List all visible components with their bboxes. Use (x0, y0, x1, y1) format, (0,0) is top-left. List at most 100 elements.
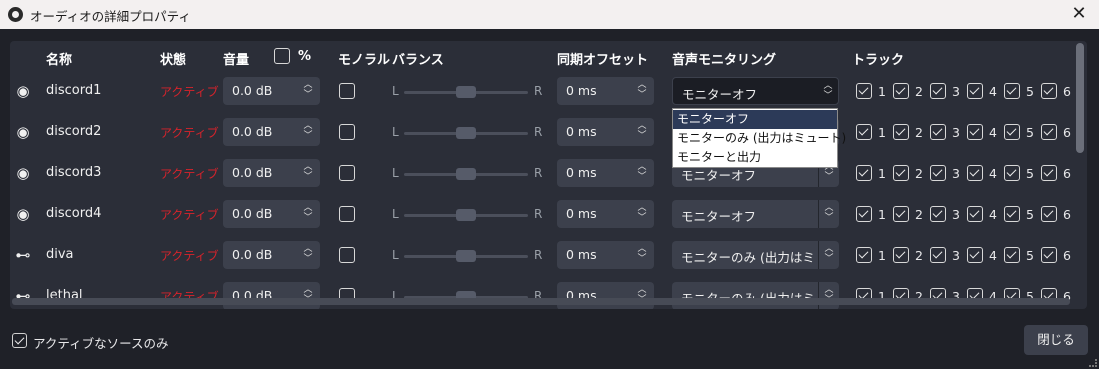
sync-offset-spinbox[interactable]: 0 ms ︿﹀ (557, 241, 654, 269)
globe-icon: ◉ (16, 205, 30, 223)
volume-value: 0.0 dB (232, 206, 273, 221)
checkmark-icon[interactable] (1004, 124, 1020, 140)
title-bar: オーディオの詳細プロパティ ✕ (0, 0, 1099, 29)
mono-checkbox[interactable] (339, 247, 355, 263)
dropdown-option[interactable]: モニターのみ (出力はミュート) (673, 129, 846, 148)
spin-arrows-icon[interactable]: ︿﹀ (636, 80, 648, 102)
checkmark-icon[interactable] (1004, 83, 1020, 99)
volume-spinbox[interactable]: 0.0 dB ︿﹀ (223, 118, 320, 146)
mono-checkbox[interactable] (339, 124, 355, 140)
sync-offset-spinbox[interactable]: 0 ms ︿﹀ (557, 77, 654, 105)
globe-icon: ◉ (16, 164, 30, 182)
checkmark-icon[interactable] (893, 206, 909, 222)
checkmark-icon[interactable] (856, 247, 872, 263)
checkmark-icon[interactable] (1004, 206, 1020, 222)
chevron-updown-icon[interactable]: ︿﹀ (822, 81, 834, 101)
checkmark-icon[interactable] (856, 124, 872, 140)
checkmark-icon[interactable] (856, 83, 872, 99)
checkmark-icon[interactable] (967, 83, 983, 99)
source-name: discord4 (46, 206, 102, 221)
globe-icon: ◉ (16, 82, 30, 100)
checkmark-icon[interactable] (967, 206, 983, 222)
checkmark-icon[interactable] (930, 83, 946, 99)
track-number: 4 (989, 84, 997, 99)
track-number: 3 (952, 166, 960, 181)
checkmark-icon[interactable] (1041, 206, 1057, 222)
balance-slider-handle[interactable] (456, 127, 476, 139)
checkmark-icon[interactable] (893, 124, 909, 140)
spin-arrows-icon[interactable]: ︿﹀ (636, 162, 648, 184)
dropdown-option[interactable]: モニターオフ (673, 110, 837, 129)
mono-checkbox[interactable] (339, 165, 355, 181)
window-title: オーディオの詳細プロパティ (30, 9, 191, 24)
table-row: ◉ discord2 アクティブ 0.0 dB ︿﹀ L R 0 ms ︿﹀ モニターオフ ︿﹀ 1 2… (10, 112, 1087, 152)
spin-arrows-icon[interactable]: ︿﹀ (636, 203, 648, 225)
sync-offset-spinbox[interactable]: 0 ms ︿﹀ (557, 159, 654, 187)
spin-arrows-icon[interactable]: ︿﹀ (302, 162, 314, 184)
checkmark-icon[interactable] (856, 165, 872, 181)
balance-slider-handle[interactable] (456, 250, 476, 262)
checkmark-icon[interactable] (893, 247, 909, 263)
checkmark-icon[interactable] (930, 124, 946, 140)
checkmark-icon[interactable] (1004, 165, 1020, 181)
balance-left-label: L (392, 166, 399, 180)
checkmark-icon[interactable] (967, 165, 983, 181)
header-percent: % (298, 49, 312, 64)
horizontal-scrollbar[interactable] (12, 298, 1070, 305)
spin-arrows-icon[interactable]: ︿﹀ (302, 80, 314, 102)
checkmark-icon[interactable] (856, 206, 872, 222)
track-number: 6 (1063, 248, 1071, 263)
track-number: 1 (878, 207, 886, 222)
volume-value: 0.0 dB (232, 247, 273, 262)
spin-arrows-icon[interactable]: ︿﹀ (636, 121, 648, 143)
balance-slider-handle[interactable] (456, 209, 476, 221)
monitoring-combobox[interactable]: モニターオフ ︿﹀ (672, 200, 839, 228)
checkmark-icon[interactable] (1004, 247, 1020, 263)
checkmark-icon[interactable] (1041, 247, 1057, 263)
monitoring-combobox[interactable]: モニターオフ ︿﹀ (672, 77, 839, 105)
balance-right-label: R (534, 166, 543, 180)
volume-spinbox[interactable]: 0.0 dB ︿﹀ (223, 200, 320, 228)
combo-divider (818, 200, 819, 228)
close-icon[interactable]: ✕ (1067, 2, 1091, 26)
mono-checkbox[interactable] (339, 83, 355, 99)
chevron-updown-icon[interactable]: ︿﹀ (823, 203, 835, 223)
track-number: 4 (989, 207, 997, 222)
spin-arrows-icon[interactable]: ︿﹀ (302, 203, 314, 225)
mono-checkbox[interactable] (339, 206, 355, 222)
sync-offset-spinbox[interactable]: 0 ms ︿﹀ (557, 118, 654, 146)
sync-offset-spinbox[interactable]: 0 ms ︿﹀ (557, 200, 654, 228)
checkmark-icon[interactable] (967, 124, 983, 140)
checkmark-icon[interactable] (893, 83, 909, 99)
active-sources-only-checkbox[interactable] (12, 333, 27, 348)
close-button[interactable]: 閉じる (1024, 325, 1088, 355)
checkmark-icon[interactable] (967, 247, 983, 263)
checkmark-icon[interactable] (930, 247, 946, 263)
balance-left-label: L (392, 84, 399, 98)
track-number: 3 (952, 125, 960, 140)
checkmark-icon[interactable] (1041, 165, 1057, 181)
volume-spinbox[interactable]: 0.0 dB ︿﹀ (223, 77, 320, 105)
track-number: 5 (1026, 166, 1034, 181)
balance-slider-handle[interactable] (456, 168, 476, 180)
checkmark-icon[interactable] (930, 206, 946, 222)
vertical-scrollbar[interactable] (1076, 43, 1084, 153)
checkmark-icon[interactable] (893, 165, 909, 181)
track-number: 6 (1063, 207, 1071, 222)
balance-slider-handle[interactable] (456, 86, 476, 98)
spin-arrows-icon[interactable]: ︿﹀ (636, 244, 648, 266)
percent-checkbox[interactable] (274, 48, 290, 64)
volume-spinbox[interactable]: 0.0 dB ︿﹀ (223, 241, 320, 269)
checkmark-icon[interactable] (930, 165, 946, 181)
checkmark-icon[interactable] (1041, 124, 1057, 140)
checkmark-icon[interactable] (1041, 83, 1057, 99)
spin-arrows-icon[interactable]: ︿﹀ (302, 244, 314, 266)
track-number: 1 (878, 248, 886, 263)
chevron-updown-icon[interactable]: ︿﹀ (823, 244, 835, 264)
track-number: 1 (878, 125, 886, 140)
spin-arrows-icon[interactable]: ︿﹀ (302, 121, 314, 143)
dropdown-option[interactable]: モニターと出力 (673, 148, 837, 167)
resize-grip-icon[interactable] (1089, 359, 1097, 367)
monitoring-combobox[interactable]: モニターのみ (出力はミュート) ︿﹀ (672, 241, 839, 269)
volume-spinbox[interactable]: 0.0 dB ︿﹀ (223, 159, 320, 187)
